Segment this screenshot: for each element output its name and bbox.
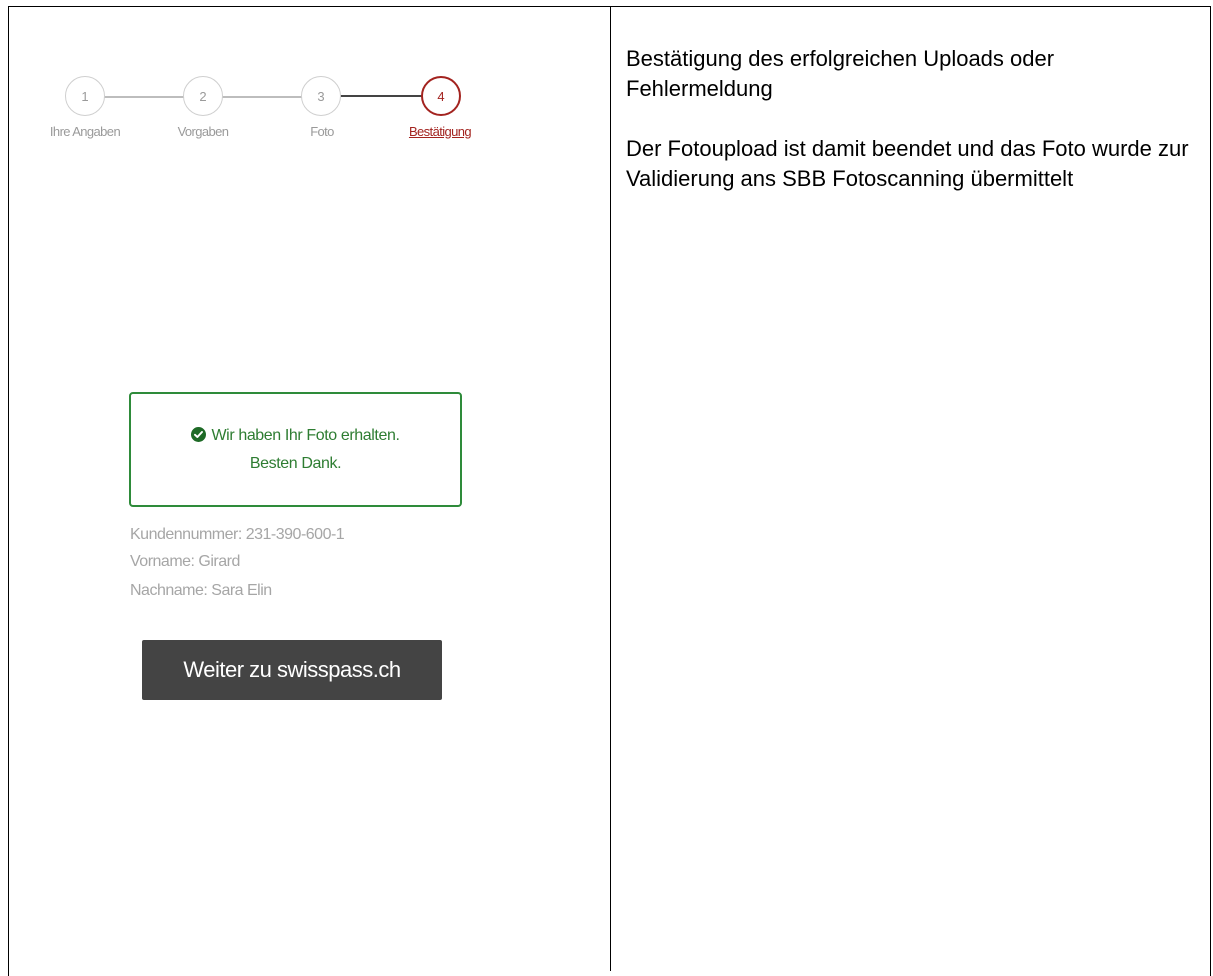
step-1-label[interactable]: Ihre Angaben (50, 124, 121, 139)
step-4-circle[interactable]: 4 (421, 76, 461, 116)
step-1-circle[interactable]: 1 (65, 76, 105, 116)
check-circle-icon (191, 426, 207, 442)
description-paragraph-1: Bestätigung des erfolgreichen Uploads od… (626, 46, 1055, 101)
customer-number: Kundennummer: 231-390-600-1 (130, 526, 345, 543)
customer-firstname: Vorname: Girard (130, 553, 240, 570)
step-4-label[interactable]: Bestätigung (409, 124, 472, 139)
step-2-circle[interactable]: 2 (183, 76, 223, 116)
continue-swisspass-button[interactable]: Weiter zu swisspass.ch (142, 640, 442, 700)
step-3-circle[interactable]: 3 (301, 76, 341, 116)
success-message: Wir haben Ihr Foto erhalten. Besten Dank… (129, 392, 462, 507)
description-paragraph-2: Der Fotoupload ist damit beendet und das… (626, 136, 1189, 191)
step-connector (104, 96, 184, 98)
step-3-label[interactable]: Foto (310, 124, 334, 139)
step-connector-active (340, 95, 422, 97)
success-line-1: Wir haben Ihr Foto erhalten. (191, 422, 400, 450)
step-2-label[interactable]: Vorgaben (178, 124, 229, 139)
description-column: Bestätigung des erfolgreichen Uploads od… (626, 44, 1196, 224)
step-connector (222, 96, 302, 98)
success-line-2: Besten Dank. (249, 454, 342, 472)
success-text: Wir haben Ihr Foto erhalten. (211, 426, 400, 444)
customer-lastname: Nachname: Sara Elin (130, 582, 272, 599)
column-divider (610, 6, 611, 971)
